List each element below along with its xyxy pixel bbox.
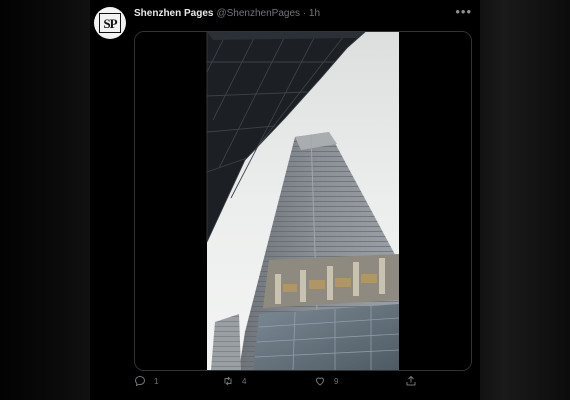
avatar-logo: SP bbox=[99, 13, 121, 33]
display-name[interactable]: Shenzhen Pages bbox=[134, 8, 213, 19]
retweet-count: 4 bbox=[242, 376, 247, 386]
retweet-button[interactable]: 4 bbox=[222, 375, 246, 387]
tweet-header: Shenzhen Pages @ShenzhenPages · 1h bbox=[134, 8, 320, 19]
handle-and-time[interactable]: @ShenzhenPages · 1h bbox=[216, 8, 320, 19]
reply-icon bbox=[134, 375, 146, 387]
share-icon bbox=[406, 376, 416, 386]
like-button[interactable]: 9 bbox=[314, 375, 338, 387]
tweet-video[interactable] bbox=[134, 31, 472, 371]
left-backdrop bbox=[0, 0, 90, 400]
share-button[interactable] bbox=[405, 375, 417, 387]
like-count: 9 bbox=[334, 376, 339, 386]
more-horizontal-icon[interactable]: ••• bbox=[455, 4, 472, 19]
heart-icon bbox=[315, 377, 325, 386]
retweet-icon bbox=[224, 376, 232, 386]
tweet-actions: 1 4 9 bbox=[134, 375, 470, 391]
tweet-card[interactable]: SP Shenzhen Pages @ShenzhenPages · 1h ••… bbox=[90, 0, 480, 400]
screen: SP Shenzhen Pages @ShenzhenPages · 1h ••… bbox=[0, 0, 570, 400]
reply-count: 1 bbox=[154, 376, 159, 386]
reply-button[interactable]: 1 bbox=[134, 375, 158, 387]
video-frame bbox=[135, 32, 471, 370]
right-backdrop bbox=[475, 0, 570, 400]
avatar[interactable]: SP bbox=[94, 7, 126, 39]
